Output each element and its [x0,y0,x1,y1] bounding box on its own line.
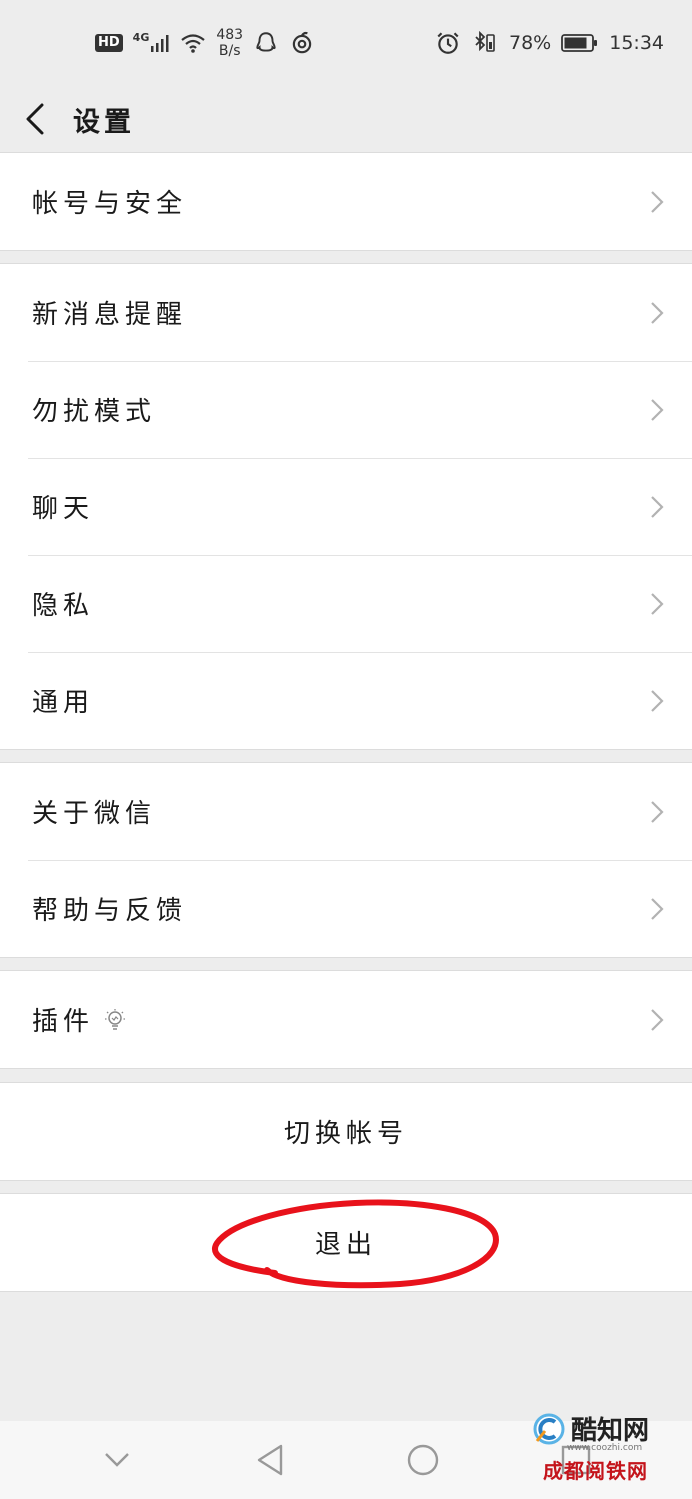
switch-account-group: 切换帐号 [0,1082,692,1181]
watermark-name: 酷知网 [571,1416,650,1446]
speed-unit: B/s [218,43,241,59]
watermark-top: 酷知网 [531,1410,685,1447]
chevron-right-icon [651,301,664,324]
chevron-down-icon [104,1453,129,1467]
chevron-right-icon [651,190,664,213]
wifi-icon [181,34,206,53]
network-label: 4G [132,31,150,44]
qq-icon [256,32,276,52]
chevron-left-icon [26,103,44,135]
logout-button[interactable]: 退出 [0,1194,692,1291]
net-speed: 483 B/s [216,27,243,59]
lightbulb-icon [105,1008,126,1030]
settings-group-general: 新消息提醒 勿扰模式 聊天 隐私 通用 [0,263,692,750]
clock: 15:34 [609,32,664,54]
nav-header: 设置 [0,86,692,152]
netease-music-icon [292,31,312,54]
watermark: 酷知网 www.coozhi.com 成都阅铁网 [525,1410,685,1499]
nav-hide-button[interactable] [87,1430,147,1490]
row-label-wrap: 插件 [32,1001,650,1038]
hd-badge: HD [95,34,123,52]
bluetooth-battery-icon [475,30,495,52]
row-general[interactable]: 通用 [0,652,692,749]
row-privacy[interactable]: 隐私 [0,555,692,652]
nav-home-button[interactable] [393,1430,453,1490]
switch-account-label: 切换帐号 [283,1119,408,1149]
signal-icon [151,35,169,52]
speed-value: 483 [216,27,244,43]
settings-group-about: 关于微信 帮助与反馈 [0,762,692,958]
row-chat[interactable]: 聊天 [0,458,692,555]
nav-back-button[interactable] [240,1430,300,1490]
status-bar: HD 4G 483 B/s 78% 15:34 [0,0,692,86]
chevron-right-icon [651,800,664,823]
network-type: 4G [133,32,171,54]
row-label: 帮助与反馈 [32,896,188,926]
settings-group-plugins: 插件 [0,970,692,1069]
row-account-security[interactable]: 帐号与安全 [0,153,692,250]
battery-percent: 78% [509,32,552,54]
chevron-right-icon [651,495,664,518]
watermark-url: www.coozhi.com [567,1443,643,1453]
row-label: 勿扰模式 [32,397,157,427]
row-help-feedback[interactable]: 帮助与反馈 [0,860,692,957]
switch-account-button[interactable]: 切换帐号 [0,1083,692,1180]
chevron-right-icon [651,1008,664,1031]
row-label: 帐号与安全 [32,189,188,219]
chevron-right-icon [651,689,664,712]
row-about-wechat[interactable]: 关于微信 [0,763,692,860]
chevron-right-icon [651,398,664,421]
coozhi-logo-icon [533,1413,565,1444]
chevron-right-icon [651,592,664,615]
battery-icon [561,34,598,52]
row-label: 聊天 [32,494,95,524]
row-label: 新消息提醒 [32,300,188,330]
logout-group: 退出 [0,1193,692,1292]
settings-screen: HD 4G 483 B/s 78% 15:34 设置 帐号与安全 新消息提醒 勿… [0,0,692,1499]
triangle-back-icon [257,1444,282,1476]
back-button[interactable] [5,86,65,152]
logout-label: 退出 [314,1230,377,1260]
watermark-secondary: 成都阅铁网 [543,1459,648,1483]
row-new-message-alerts[interactable]: 新消息提醒 [0,264,692,361]
row-plugins[interactable]: 插件 [0,971,692,1068]
row-do-not-disturb[interactable]: 勿扰模式 [0,361,692,458]
alarm-icon [437,32,459,54]
chevron-right-icon [651,897,664,920]
status-left: HD 4G 483 B/s [95,27,315,59]
circle-home-icon [407,1444,438,1476]
row-label: 隐私 [32,591,95,621]
page-title: 设置 [73,106,135,138]
row-label: 插件 [32,1007,95,1037]
settings-group-account: 帐号与安全 [0,152,692,251]
row-label: 关于微信 [32,799,157,829]
status-right: 78% 15:34 [435,30,664,56]
row-label: 通用 [32,688,95,718]
